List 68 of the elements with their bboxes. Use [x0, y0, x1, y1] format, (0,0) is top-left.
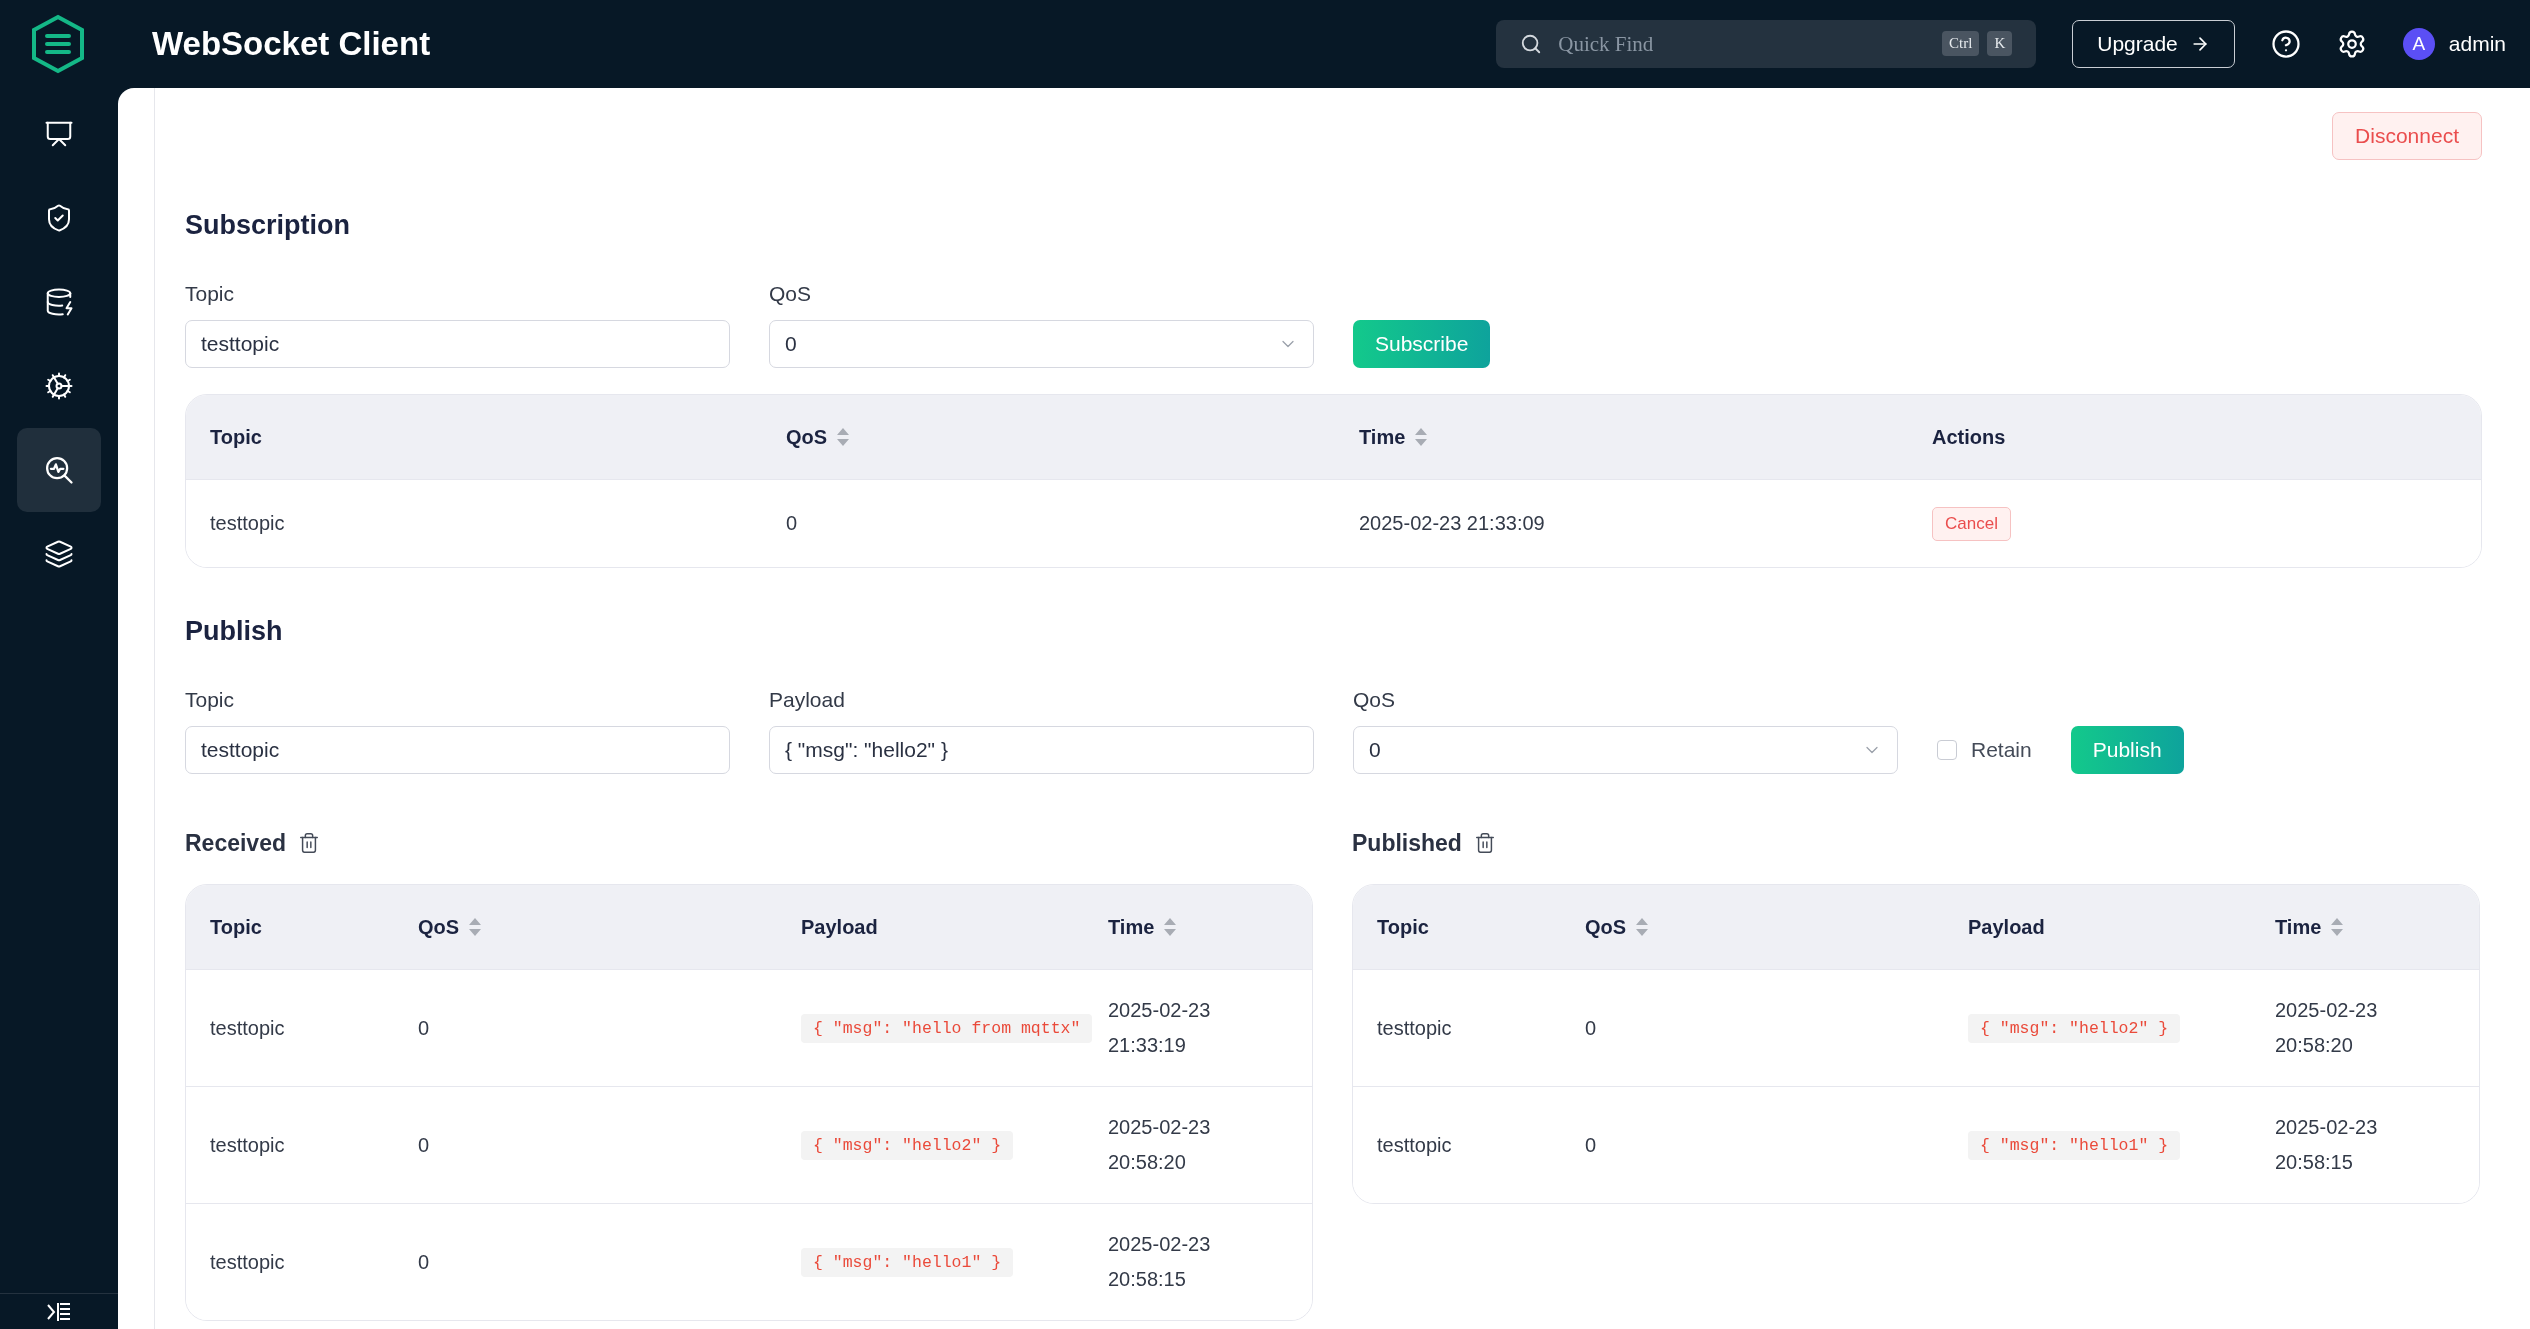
user-name[interactable]: admin — [2448, 32, 2506, 56]
payload-code: { "msg": "hello1" } — [1968, 1130, 2181, 1160]
payload-input[interactable]: { "msg": "hello2" } — [769, 726, 1314, 774]
column-header: Topic — [210, 425, 262, 449]
topic-input[interactable]: testtopic — [185, 320, 730, 368]
upgrade-button[interactable]: Upgrade — [2072, 20, 2235, 68]
payload-code: { "msg": "hello2" } — [1968, 1013, 2181, 1043]
table-cell-text: 2025-02-23 21:33:19 — [1108, 998, 1212, 1058]
column-header: Payload — [1968, 915, 2045, 939]
shortcut-key: Ctrl — [1942, 31, 1980, 56]
table-cell-text: 0 — [786, 511, 799, 536]
table-cell-text: testtopic — [1377, 1015, 1453, 1041]
table-cell-text: 0 — [418, 1015, 431, 1041]
layers-icon — [44, 539, 74, 569]
section-title: Received — [185, 829, 286, 858]
table-cell-text: testtopic — [210, 1015, 286, 1041]
sidebar-item[interactable] — [17, 428, 101, 512]
field-label: Topic — [185, 688, 236, 712]
table-cell-text: 2025-02-23 20:58:15 — [2275, 1115, 2379, 1175]
qos-select[interactable]: 0 — [1353, 726, 1898, 774]
qos-select[interactable]: 0 — [769, 320, 1314, 368]
column-header: QoS — [418, 915, 460, 939]
column-header: Actions — [1932, 425, 2006, 449]
table-cell-text: 0 — [1585, 1132, 1598, 1158]
topic-input[interactable]: testtopic — [185, 726, 730, 774]
collapse-icon[interactable] — [46, 1300, 72, 1323]
field-label: Topic — [185, 282, 236, 306]
section-title: Subscription — [185, 209, 351, 242]
retain-label: Retain — [1971, 738, 2032, 762]
table-cell-text: 2025-02-23 20:58:15 — [1108, 1232, 1212, 1292]
field-label: Payload — [769, 688, 846, 712]
field-label: QoS — [769, 282, 813, 306]
table-cell-text: 2025-02-23 20:58:20 — [2275, 998, 2379, 1058]
column-header: Topic — [210, 915, 262, 939]
app-title: WebSocket Client — [152, 25, 432, 63]
table-cell-text: testtopic — [1377, 1132, 1453, 1158]
shortcut-key: K — [1987, 31, 2013, 56]
table-cell-text: 0 — [418, 1249, 431, 1275]
table-cell-text: 2025-02-23 21:33:09 — [1359, 511, 1546, 536]
table-cell-text: 0 — [1585, 1015, 1598, 1041]
field-label: QoS — [1353, 688, 1397, 712]
user-avatar[interactable]: A — [2402, 28, 2435, 60]
help-button[interactable] — [2270, 29, 2301, 59]
logo-icon — [30, 14, 86, 74]
trash-icon[interactable] — [298, 832, 320, 854]
section-title: Publish — [185, 615, 284, 648]
analysis-icon — [44, 455, 74, 485]
table-cell-text: testtopic — [210, 1132, 286, 1158]
table-cell-text: testtopic — [210, 1249, 286, 1275]
column-header: Topic — [1377, 915, 1429, 939]
column-header: Payload — [801, 915, 878, 939]
column-header: QoS — [786, 425, 828, 449]
table-cell-text: testtopic — [210, 511, 286, 536]
database-icon — [44, 287, 74, 317]
table-cell-text: 0 — [418, 1132, 431, 1158]
payload-code: { "msg": "hello1" } — [801, 1247, 1014, 1277]
column-header: QoS — [1585, 915, 1627, 939]
table-cell-text: 2025-02-23 20:58:20 — [1108, 1115, 1212, 1175]
cog-icon — [44, 371, 74, 401]
retain-checkbox[interactable] — [1937, 740, 1957, 760]
payload-code: { "msg": "hello from mqttx" — [801, 1013, 1093, 1043]
trash-icon[interactable] — [1473, 832, 1496, 854]
payload-code: { "msg": "hello2" } — [801, 1130, 1014, 1160]
column-header: Time — [1359, 425, 1406, 449]
search-icon — [1520, 33, 1543, 55]
column-header: Time — [2275, 915, 2322, 939]
column-header: Time — [1108, 915, 1155, 939]
section-title: Published — [1352, 829, 1462, 858]
